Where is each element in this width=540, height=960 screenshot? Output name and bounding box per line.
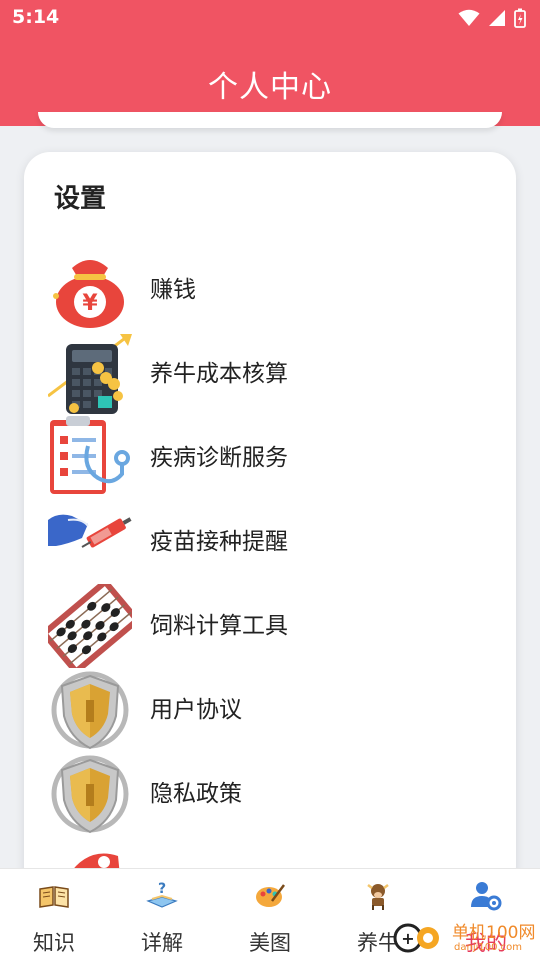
cow-icon: [367, 884, 389, 910]
battery-icon: [514, 8, 526, 28]
tab-label: 美图: [249, 931, 291, 955]
question-book-icon: ?: [146, 881, 178, 908]
svg-text:+: +: [401, 929, 414, 948]
tab-label: 详解: [141, 931, 183, 955]
tab-knowledge[interactable]: 知识: [0, 869, 108, 960]
svg-text:¥: ¥: [82, 291, 98, 316]
svg-text:?: ?: [158, 881, 166, 897]
watermark-text: 单机100网: [452, 923, 536, 943]
menu-item-user-agreement[interactable]: 用户协议: [24, 668, 516, 752]
money-bag-icon: ¥: [53, 260, 124, 328]
shield-icon: [51, 671, 129, 750]
menu-item-privacy-policy[interactable]: 隐私政策: [24, 752, 516, 836]
menu-label: 养牛成本核算: [150, 361, 288, 387]
settings-title: 设置: [54, 184, 107, 214]
menu-item-cost-accounting[interactable]: 养牛成本核算: [24, 332, 516, 416]
menu-label: 疾病诊断服务: [150, 445, 288, 471]
system-icons: [458, 6, 526, 30]
palette-icon: [256, 884, 285, 907]
abacus-icon: [48, 584, 132, 668]
watermark-logo-icon: +: [393, 923, 439, 953]
menu-item-disease-diagnosis[interactable]: 疾病诊断服务: [24, 416, 516, 500]
menu-item-feed-calculator[interactable]: 饲料计算工具: [24, 584, 516, 668]
shield-icon: [51, 755, 129, 834]
calculator-icon: [48, 334, 132, 414]
menu-item-vaccination-reminder[interactable]: 疫苗接种提醒: [24, 500, 516, 584]
settings-menu: ¥ 赚钱 养牛成本核算 疾病诊断服务 疫苗接种提醒 饲料计算工具 用户协议 隐私…: [24, 248, 516, 892]
menu-label: 隐私政策: [150, 781, 242, 807]
watermark-subtext: danji100.com: [454, 942, 522, 953]
syringe-icon: [48, 514, 132, 548]
user-settings-icon: [471, 882, 502, 911]
previous-card-edge: [38, 112, 502, 128]
page-title: 个人中心: [208, 70, 332, 105]
watermark: + 单机100网 danji100.com: [392, 916, 540, 960]
menu-label: 赚钱: [150, 277, 196, 303]
settings-card: 设置 ¥ 赚钱 养牛成本核算 疾病诊断服务 疫苗接种提醒 饲料计算工具 用户协议…: [24, 152, 516, 892]
tab-gallery[interactable]: 美图: [216, 869, 324, 960]
signal-icon: [489, 10, 505, 26]
wifi-icon: [458, 9, 480, 26]
tab-details[interactable]: ? 详解: [108, 869, 216, 960]
menu-item-earn-money[interactable]: ¥ 赚钱: [24, 248, 516, 332]
status-bar: 5:14: [0, 0, 540, 36]
status-time: 5:14: [12, 6, 60, 28]
menu-label: 疫苗接种提醒: [150, 529, 288, 555]
book-icon: [39, 886, 69, 908]
tab-label: 知识: [33, 931, 75, 955]
menu-label: 用户协议: [150, 697, 242, 723]
medical-report-icon: [50, 416, 130, 494]
menu-label: 饲料计算工具: [150, 613, 288, 639]
